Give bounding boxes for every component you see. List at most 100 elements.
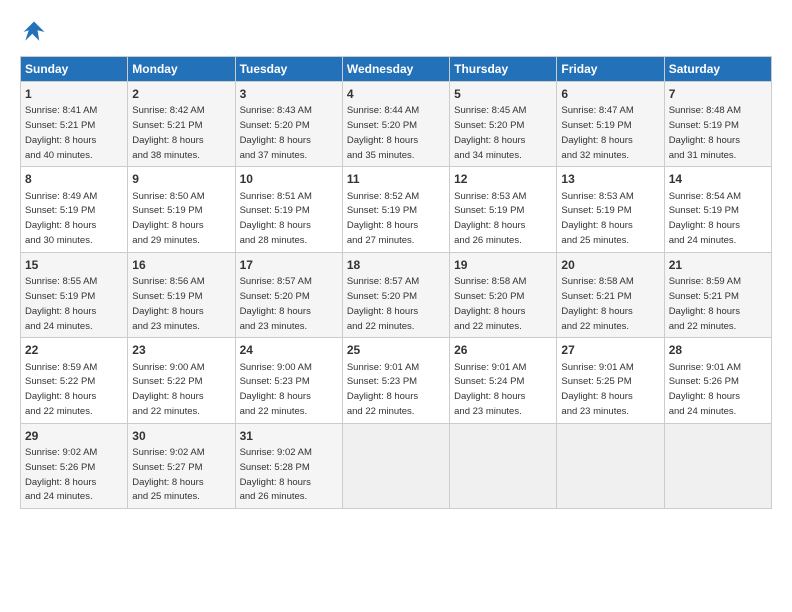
cell-info: Sunrise: 9:01 AM Sunset: 5:23 PM Dayligh… <box>347 362 419 417</box>
cell-info: Sunrise: 8:50 AM Sunset: 5:19 PM Dayligh… <box>132 191 204 246</box>
day-number: 15 <box>25 257 123 273</box>
cell-info: Sunrise: 8:41 AM Sunset: 5:21 PM Dayligh… <box>25 105 97 160</box>
cell-4-6: 27 Sunrise: 9:01 AM Sunset: 5:25 PM Dayli… <box>557 338 664 423</box>
day-number: 16 <box>132 257 230 273</box>
day-number: 21 <box>669 257 767 273</box>
cell-info: Sunrise: 9:01 AM Sunset: 5:24 PM Dayligh… <box>454 362 526 417</box>
col-header-friday: Friday <box>557 57 664 82</box>
col-header-monday: Monday <box>128 57 235 82</box>
day-number: 9 <box>132 171 230 187</box>
cell-1-6: 6 Sunrise: 8:47 AM Sunset: 5:19 PM Daylig… <box>557 82 664 167</box>
day-number: 5 <box>454 86 552 102</box>
day-number: 28 <box>669 342 767 358</box>
week-row-4: 22Sunrise: 8:59 AM Sunset: 5:22 PM Dayli… <box>21 338 772 423</box>
cell-2-4: 11Sunrise: 8:52 AM Sunset: 5:19 PM Dayli… <box>342 167 449 252</box>
cell-2-6: 13 Sunrise: 8:53 AM Sunset: 5:19 PM Dayli… <box>557 167 664 252</box>
logo <box>20 18 52 46</box>
cell-5-5 <box>450 423 557 508</box>
cell-info: Sunrise: 9:02 AM Sunset: 5:26 PM Dayligh… <box>25 447 97 502</box>
cell-1-3: 3 Sunrise: 8:43 AM Sunset: 5:20 PM Daylig… <box>235 82 342 167</box>
cell-info: Sunrise: 8:51 AM Sunset: 5:19 PM Dayligh… <box>240 191 312 246</box>
day-number: 17 <box>240 257 338 273</box>
cell-5-4 <box>342 423 449 508</box>
cell-info: Sunrise: 8:54 AM Sunset: 5:19 PM Dayligh… <box>669 191 741 246</box>
day-number: 27 <box>561 342 659 358</box>
day-number: 10 <box>240 171 338 187</box>
week-row-3: 15 Sunrise: 8:55 AM Sunset: 5:19 PM Dayli… <box>21 252 772 337</box>
day-number: 6 <box>561 86 659 102</box>
day-number: 12 <box>454 171 552 187</box>
day-number: 24 <box>240 342 338 358</box>
calendar-table: SundayMondayTuesdayWednesdayThursdayFrid… <box>20 56 772 509</box>
day-number: 1 <box>25 86 123 102</box>
cell-info: Sunrise: 8:57 AM Sunset: 5:20 PM Dayligh… <box>347 276 419 331</box>
cell-info: Sunrise: 9:02 AM Sunset: 5:27 PM Dayligh… <box>132 447 204 502</box>
day-number: 18 <box>347 257 445 273</box>
week-row-5: 29Sunrise: 9:02 AM Sunset: 5:26 PM Dayli… <box>21 423 772 508</box>
day-number: 31 <box>240 428 338 444</box>
cell-2-5: 12 Sunrise: 8:53 AM Sunset: 5:19 PM Dayli… <box>450 167 557 252</box>
cell-info: Sunrise: 8:58 AM Sunset: 5:20 PM Dayligh… <box>454 276 526 331</box>
cell-4-7: 28Sunrise: 9:01 AM Sunset: 5:26 PM Dayli… <box>664 338 771 423</box>
cell-2-2: 9 Sunrise: 8:50 AM Sunset: 5:19 PM Daylig… <box>128 167 235 252</box>
col-header-saturday: Saturday <box>664 57 771 82</box>
cell-3-5: 19 Sunrise: 8:58 AM Sunset: 5:20 PM Dayli… <box>450 252 557 337</box>
cell-2-3: 10 Sunrise: 8:51 AM Sunset: 5:19 PM Dayli… <box>235 167 342 252</box>
day-number: 4 <box>347 86 445 102</box>
cell-1-5: 5 Sunrise: 8:45 AM Sunset: 5:20 PM Daylig… <box>450 82 557 167</box>
cell-info: Sunrise: 8:44 AM Sunset: 5:20 PM Dayligh… <box>347 105 419 160</box>
cell-info: Sunrise: 8:48 AM Sunset: 5:19 PM Dayligh… <box>669 105 741 160</box>
cell-3-7: 21Sunrise: 8:59 AM Sunset: 5:21 PM Dayli… <box>664 252 771 337</box>
cell-info: Sunrise: 8:45 AM Sunset: 5:20 PM Dayligh… <box>454 105 526 160</box>
day-number: 14 <box>669 171 767 187</box>
cell-5-2: 30 Sunrise: 9:02 AM Sunset: 5:27 PM Dayli… <box>128 423 235 508</box>
cell-info: Sunrise: 9:02 AM Sunset: 5:28 PM Dayligh… <box>240 447 312 502</box>
cell-5-7 <box>664 423 771 508</box>
day-number: 30 <box>132 428 230 444</box>
cell-info: Sunrise: 8:55 AM Sunset: 5:19 PM Dayligh… <box>25 276 97 331</box>
day-number: 7 <box>669 86 767 102</box>
cell-info: Sunrise: 9:00 AM Sunset: 5:22 PM Dayligh… <box>132 362 204 417</box>
cell-info: Sunrise: 8:53 AM Sunset: 5:19 PM Dayligh… <box>561 191 633 246</box>
cell-2-7: 14 Sunrise: 8:54 AM Sunset: 5:19 PM Dayli… <box>664 167 771 252</box>
day-number: 25 <box>347 342 445 358</box>
cell-info: Sunrise: 8:47 AM Sunset: 5:19 PM Dayligh… <box>561 105 633 160</box>
cell-5-3: 31 Sunrise: 9:02 AM Sunset: 5:28 PM Dayli… <box>235 423 342 508</box>
cell-info: Sunrise: 8:57 AM Sunset: 5:20 PM Dayligh… <box>240 276 312 331</box>
cell-1-7: 7 Sunrise: 8:48 AM Sunset: 5:19 PM Daylig… <box>664 82 771 167</box>
col-header-tuesday: Tuesday <box>235 57 342 82</box>
day-number: 13 <box>561 171 659 187</box>
cell-3-4: 18 Sunrise: 8:57 AM Sunset: 5:20 PM Dayli… <box>342 252 449 337</box>
cell-info: Sunrise: 8:43 AM Sunset: 5:20 PM Dayligh… <box>240 105 312 160</box>
cell-info: Sunrise: 9:01 AM Sunset: 5:25 PM Dayligh… <box>561 362 633 417</box>
day-number: 26 <box>454 342 552 358</box>
cell-5-6 <box>557 423 664 508</box>
day-number: 19 <box>454 257 552 273</box>
cell-3-3: 17 Sunrise: 8:57 AM Sunset: 5:20 PM Dayli… <box>235 252 342 337</box>
cell-info: Sunrise: 8:52 AM Sunset: 5:19 PM Dayligh… <box>347 191 419 246</box>
cell-1-1: 1 Sunrise: 8:41 AM Sunset: 5:21 PM Daylig… <box>21 82 128 167</box>
cell-4-3: 24Sunrise: 9:00 AM Sunset: 5:23 PM Dayli… <box>235 338 342 423</box>
cell-info: Sunrise: 8:42 AM Sunset: 5:21 PM Dayligh… <box>132 105 204 160</box>
day-number: 22 <box>25 342 123 358</box>
header-row: SundayMondayTuesdayWednesdayThursdayFrid… <box>21 57 772 82</box>
cell-4-4: 25 Sunrise: 9:01 AM Sunset: 5:23 PM Dayli… <box>342 338 449 423</box>
col-header-thursday: Thursday <box>450 57 557 82</box>
day-number: 23 <box>132 342 230 358</box>
cell-4-2: 23 Sunrise: 9:00 AM Sunset: 5:22 PM Dayli… <box>128 338 235 423</box>
day-number: 2 <box>132 86 230 102</box>
week-row-1: 1 Sunrise: 8:41 AM Sunset: 5:21 PM Daylig… <box>21 82 772 167</box>
day-number: 8 <box>25 171 123 187</box>
cell-2-1: 8Sunrise: 8:49 AM Sunset: 5:19 PM Daylig… <box>21 167 128 252</box>
header <box>20 18 772 46</box>
logo-bird-icon <box>20 18 48 46</box>
cell-info: Sunrise: 8:53 AM Sunset: 5:19 PM Dayligh… <box>454 191 526 246</box>
page: SundayMondayTuesdayWednesdayThursdayFrid… <box>0 0 792 612</box>
day-number: 20 <box>561 257 659 273</box>
col-header-sunday: Sunday <box>21 57 128 82</box>
day-number: 3 <box>240 86 338 102</box>
cell-3-6: 20 Sunrise: 8:58 AM Sunset: 5:21 PM Dayli… <box>557 252 664 337</box>
cell-info: Sunrise: 8:58 AM Sunset: 5:21 PM Dayligh… <box>561 276 633 331</box>
cell-1-4: 4 Sunrise: 8:44 AM Sunset: 5:20 PM Daylig… <box>342 82 449 167</box>
cell-3-2: 16Sunrise: 8:56 AM Sunset: 5:19 PM Dayli… <box>128 252 235 337</box>
